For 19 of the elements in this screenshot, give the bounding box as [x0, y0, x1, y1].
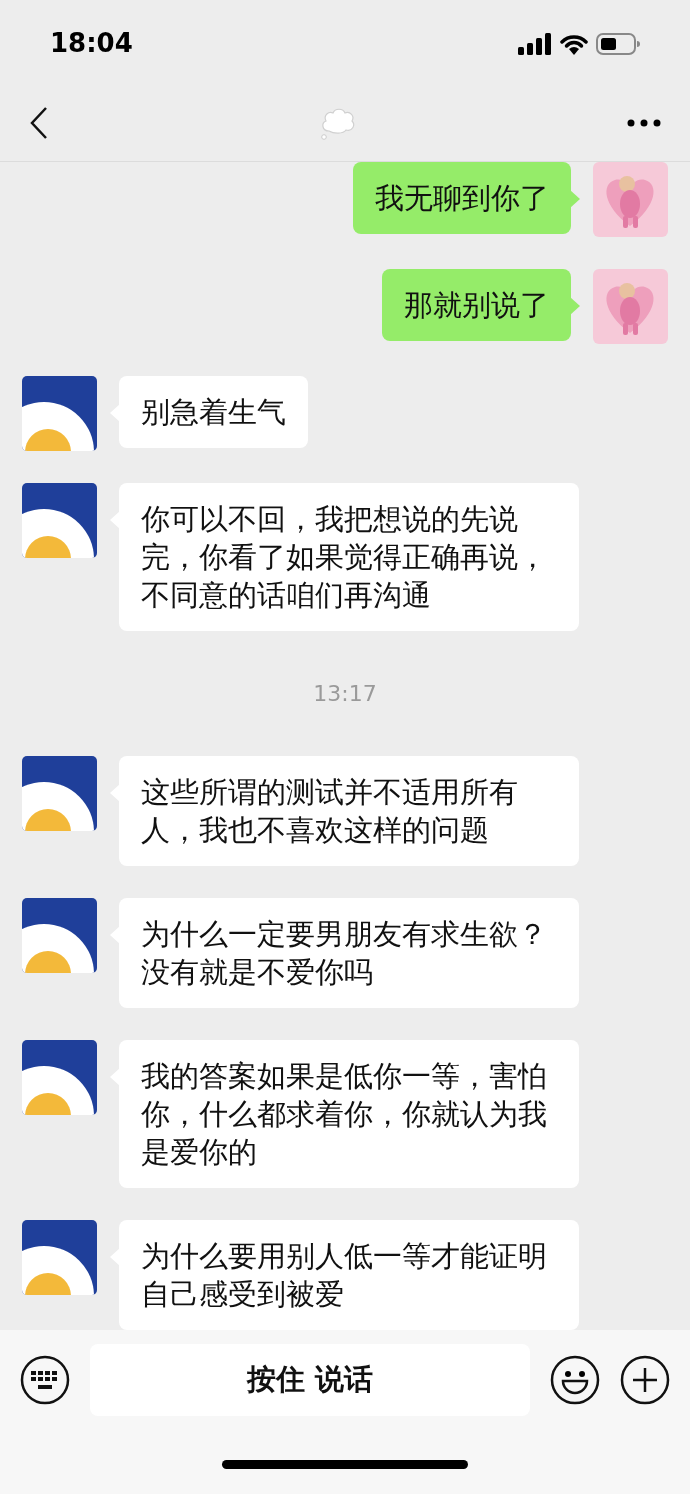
keyboard-icon[interactable]: [20, 1355, 70, 1405]
avatar[interactable]: [22, 376, 97, 451]
more-icon[interactable]: [626, 118, 662, 128]
back-icon[interactable]: [28, 106, 50, 140]
avatar[interactable]: [22, 483, 97, 558]
avatar[interactable]: [22, 898, 97, 973]
timestamp: 13:17: [313, 680, 377, 708]
signal-icon: [518, 32, 552, 55]
status-time: 18:04: [50, 27, 133, 60]
avatar[interactable]: [22, 1220, 97, 1295]
emoji-icon[interactable]: [550, 1355, 600, 1405]
plus-icon[interactable]: [620, 1355, 670, 1405]
bubble-tail: [570, 190, 580, 208]
bubble-tail: [570, 297, 580, 315]
avatar[interactable]: [22, 756, 97, 831]
battery-icon: [596, 32, 640, 55]
wifi-icon: [560, 32, 588, 55]
avatar[interactable]: [22, 1040, 97, 1115]
hold-to-talk-button[interactable]: 按住 说话: [90, 1344, 530, 1416]
